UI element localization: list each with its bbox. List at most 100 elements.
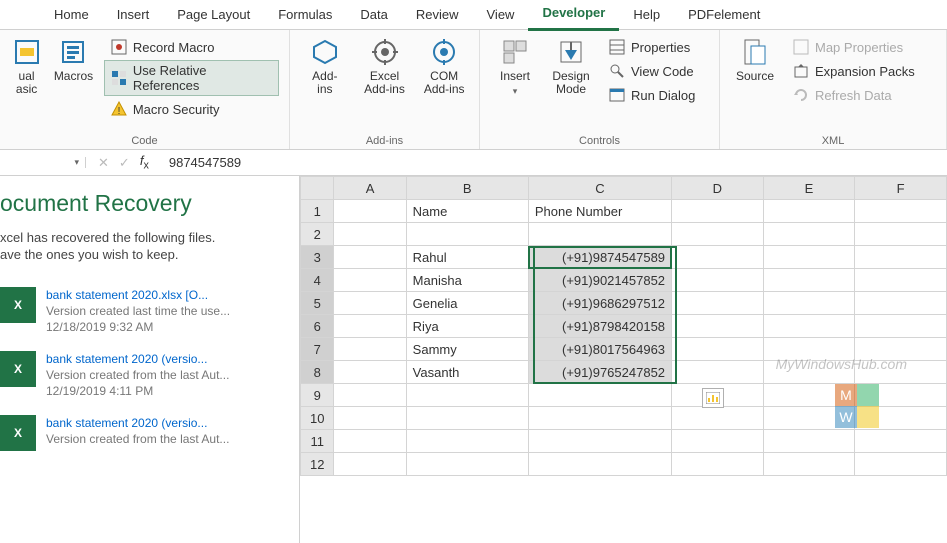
column-header[interactable]: F: [855, 177, 947, 200]
record-macro-button[interactable]: Record Macro: [104, 36, 279, 58]
insert-controls-icon: [499, 36, 531, 68]
cell[interactable]: (+91)9021457852: [528, 269, 671, 292]
use-relative-references-button[interactable]: Use Relative References: [104, 60, 279, 96]
formula-bar: ▾ ✕ ✓ fx 9874547589: [0, 150, 947, 176]
macro-security-button[interactable]: ! Macro Security: [104, 98, 279, 120]
recovery-title: ocument Recovery: [0, 190, 285, 217]
relative-references-icon: [111, 70, 127, 86]
excel-file-icon: X: [0, 415, 36, 451]
row-header[interactable]: 2: [301, 223, 334, 246]
tab-home[interactable]: Home: [40, 0, 103, 30]
tab-help[interactable]: Help: [619, 0, 674, 30]
svg-text:M: M: [840, 387, 852, 403]
cell[interactable]: (+91)8017564963: [528, 338, 671, 361]
cell[interactable]: Genelia: [406, 292, 528, 315]
tab-pdfelement[interactable]: PDFelement: [674, 0, 774, 30]
recovery-item[interactable]: X bank statement 2020 (versio... Version…: [0, 343, 285, 407]
cell[interactable]: Rahul: [406, 246, 528, 269]
ribbon: ual asic Macros Record Macro Use Relativ…: [0, 30, 947, 150]
document-recovery-pane: ocument Recovery xcel has recovered the …: [0, 176, 300, 543]
visual-basic-button[interactable]: ual asic: [10, 36, 43, 96]
cancel-formula-icon[interactable]: ✕: [98, 155, 109, 171]
expansion-packs-icon: [793, 63, 809, 79]
row-header[interactable]: 4: [301, 269, 334, 292]
chevron-down-icon: ▾: [513, 85, 518, 98]
excel-addins-button[interactable]: Excel Add-ins: [360, 36, 410, 96]
row-header[interactable]: 12: [301, 453, 334, 476]
map-properties-button[interactable]: Map Properties: [786, 36, 922, 58]
group-label-xml: XML: [730, 133, 936, 147]
row-header[interactable]: 1: [301, 200, 334, 223]
group-label-code: Code: [10, 133, 279, 147]
column-header[interactable]: B: [406, 177, 528, 200]
recovery-item[interactable]: X bank statement 2020.xlsx [O... Version…: [0, 279, 285, 343]
cell[interactable]: (+91)9686297512: [528, 292, 671, 315]
svg-text:!: !: [117, 106, 120, 117]
quick-analysis-button[interactable]: [702, 388, 724, 408]
row-header[interactable]: 8: [301, 361, 334, 384]
row-header[interactable]: 7: [301, 338, 334, 361]
insert-controls-button[interactable]: Insert ▾: [490, 36, 540, 98]
cell[interactable]: (+91)8798420158: [528, 315, 671, 338]
design-mode-icon: [555, 36, 587, 68]
properties-button[interactable]: Properties: [602, 36, 702, 58]
macros-button[interactable]: Macros: [49, 36, 98, 83]
select-all-corner[interactable]: [301, 177, 334, 200]
row-header[interactable]: 11: [301, 430, 334, 453]
row-header[interactable]: 5: [301, 292, 334, 315]
excel-file-icon: X: [0, 287, 36, 323]
tab-data[interactable]: Data: [346, 0, 401, 30]
column-header[interactable]: E: [763, 177, 855, 200]
tab-review[interactable]: Review: [402, 0, 473, 30]
run-dialog-icon: [609, 87, 625, 103]
refresh-data-button[interactable]: Refresh Data: [786, 84, 922, 106]
tab-formulas[interactable]: Formulas: [264, 0, 346, 30]
cell[interactable]: Phone Number: [528, 200, 671, 223]
cell[interactable]: Manisha: [406, 269, 528, 292]
formula-input[interactable]: 9874547589: [161, 155, 947, 170]
cell[interactable]: Riya: [406, 315, 528, 338]
properties-icon: [609, 39, 625, 55]
tab-insert[interactable]: Insert: [103, 0, 164, 30]
view-code-icon: [609, 63, 625, 79]
name-box[interactable]: ▾: [0, 157, 86, 168]
addins-button[interactable]: Add- ins: [300, 36, 350, 96]
cell[interactable]: (+91)9765247852: [528, 361, 671, 384]
macros-icon: [57, 36, 89, 68]
watermark-logo: MW: [827, 376, 887, 436]
macro-security-icon: !: [111, 101, 127, 117]
map-properties-icon: [793, 39, 809, 55]
recovery-item[interactable]: X bank statement 2020 (versio... Version…: [0, 407, 285, 459]
excel-file-icon: X: [0, 351, 36, 387]
column-header[interactable]: D: [672, 177, 764, 200]
column-header[interactable]: C: [528, 177, 671, 200]
source-button[interactable]: Source: [730, 36, 780, 83]
enter-formula-icon[interactable]: ✓: [119, 155, 130, 171]
row-header[interactable]: 9: [301, 384, 334, 407]
view-code-button[interactable]: View Code: [602, 60, 702, 82]
cell[interactable]: Vasanth: [406, 361, 528, 384]
tab-developer[interactable]: Developer: [528, 0, 619, 31]
design-mode-button[interactable]: Design Mode: [546, 36, 596, 96]
column-header[interactable]: A: [334, 177, 406, 200]
tab-view[interactable]: View: [473, 0, 529, 30]
cell[interactable]: Name: [406, 200, 528, 223]
ribbon-tabs: Home Insert Page Layout Formulas Data Re…: [0, 0, 947, 30]
com-addins-button[interactable]: COM Add-ins: [419, 36, 469, 96]
refresh-data-icon: [793, 87, 809, 103]
row-header[interactable]: 3: [301, 246, 334, 269]
excel-addins-icon: [369, 36, 401, 68]
row-header[interactable]: 6: [301, 315, 334, 338]
fx-icon[interactable]: fx: [140, 153, 149, 172]
cell[interactable]: Sammy: [406, 338, 528, 361]
row-header[interactable]: 10: [301, 407, 334, 430]
visual-basic-icon: [11, 36, 43, 68]
record-macro-icon: [111, 39, 127, 55]
run-dialog-button[interactable]: Run Dialog: [602, 84, 702, 106]
spreadsheet-grid[interactable]: A B C D E F 1NamePhone Number 2 3Rahul(+…: [300, 176, 947, 543]
com-addins-icon: [428, 36, 460, 68]
chevron-down-icon[interactable]: ▾: [74, 157, 79, 168]
expansion-packs-button[interactable]: Expansion Packs: [786, 60, 922, 82]
tab-page-layout[interactable]: Page Layout: [163, 0, 264, 30]
cell-selected[interactable]: (+91)9874547589: [528, 246, 671, 269]
